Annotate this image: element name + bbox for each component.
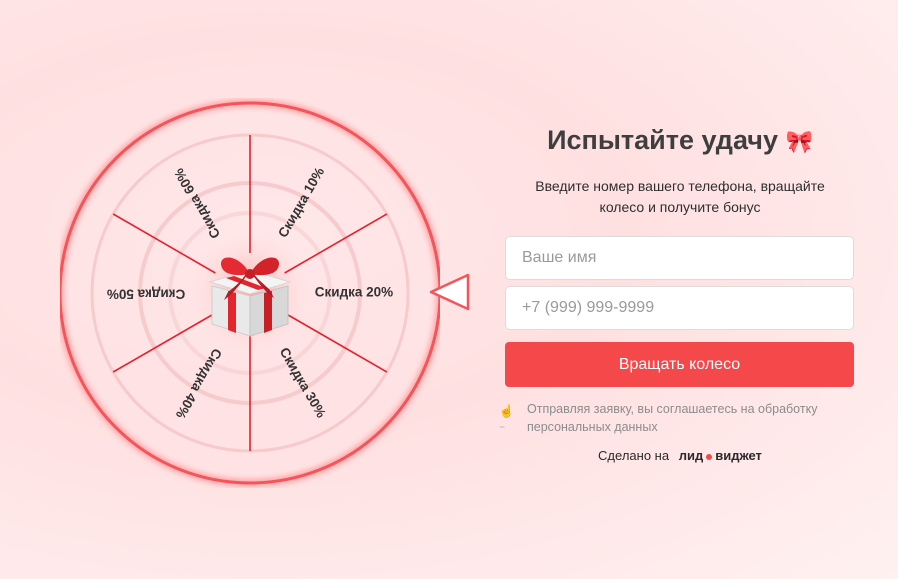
wheel-segment-label: Скидка 50% [107, 286, 185, 301]
brand-left: лид [678, 448, 704, 463]
bow-icon: 🎀 [785, 129, 813, 154]
name-input[interactable] [505, 236, 854, 280]
spin-wheel-button[interactable]: Вращать колесо [505, 342, 854, 387]
wheel-segment-label: Скидка 20% [315, 285, 393, 300]
made-by: Сделано на лид виджет [505, 448, 855, 463]
wheel-graphic: Скидка 10%Скидка 20%Скидка 30%Скидка 40%… [60, 98, 440, 488]
brand-dot [706, 453, 713, 460]
made-with-text: Сделано на [598, 448, 670, 463]
brand-right: виджет [715, 448, 762, 463]
phone-input[interactable] [505, 286, 854, 330]
subtitle: Введите номер вашего телефона, вращайте … [505, 176, 855, 218]
brand-logo[interactable]: лид виджет [679, 448, 762, 463]
fortune-wheel: Скидка 10% Скидка 20% Скидка 30% Скидка 40%… [60, 98, 440, 488]
subtitle-line-1: Введите номер вашего телефона, вращайте [535, 178, 825, 194]
page-title: Испытайте удачу 🎀 [505, 118, 855, 162]
title-text: Испытайте удачу [547, 125, 778, 155]
consent-text: Отправляя заявку, вы соглашаетесь на обр… [527, 402, 818, 434]
wheel-pointer-icon [429, 273, 470, 311]
hand-pointer-icon: ☝⁻ [499, 404, 514, 436]
subtitle-line-2: колесо и получите бонус [599, 199, 761, 215]
signup-panel: Испытайте удачу 🎀 Введите номер вашего т… [499, 118, 855, 463]
consent-notice: ☝⁻ Отправляя заявку, вы соглашаетесь на … [499, 400, 859, 438]
